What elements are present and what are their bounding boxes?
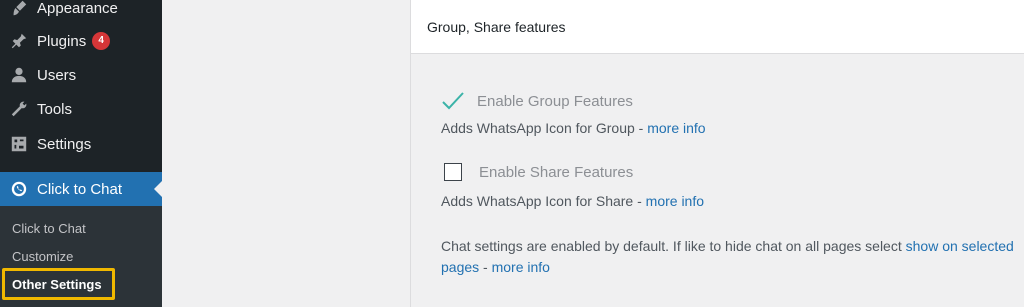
note-text: Chat settings are enabled by default. If…	[441, 238, 906, 254]
sidebar-item-label: Users	[37, 66, 77, 84]
wrench-icon	[9, 99, 29, 119]
panel-title: Group, Share features	[411, 0, 1024, 54]
more-info-link[interactable]: more info	[492, 259, 550, 275]
share-features-label: Enable Share Features	[479, 163, 634, 181]
settings-panel: Group, Share features Enable Group Featu…	[410, 0, 1024, 307]
paintbrush-icon	[9, 0, 29, 18]
sidebar-item-label: Tools	[37, 100, 73, 118]
group-features-description: Adds WhatsApp Icon for Group - more info	[441, 120, 706, 136]
submenu-item-click-to-chat[interactable]: Click to Chat	[12, 221, 86, 236]
share-features-checkbox[interactable]	[444, 163, 462, 181]
sidebar-item-users[interactable]: Users	[0, 58, 162, 92]
show-on-selected-link[interactable]: show on selected	[906, 238, 1014, 254]
group-features-label: Enable Group Features	[477, 92, 633, 110]
submenu-item-customize[interactable]: Customize	[12, 249, 73, 264]
sidebar-item-label: Plugins	[37, 32, 87, 50]
whatsapp-icon	[9, 179, 29, 199]
active-indicator-arrow	[154, 181, 162, 197]
group-features-option[interactable]: Enable Group Features	[441, 90, 633, 112]
separator-text: -	[479, 259, 492, 275]
sidebar-item-click-to-chat[interactable]: Click to Chat	[0, 172, 162, 206]
checkmark-icon[interactable]	[441, 90, 465, 112]
admin-sidebar: Appearance Plugins 4 Users Tools Setting…	[0, 0, 162, 307]
pages-link[interactable]: pages	[441, 259, 479, 275]
update-count-badge: 4	[92, 32, 111, 50]
user-icon	[9, 65, 29, 85]
sidebar-item-settings[interactable]: Settings	[0, 127, 162, 161]
sidebar-item-label: Appearance	[37, 0, 118, 17]
description-text: Adds WhatsApp Icon for Share -	[441, 193, 646, 209]
sidebar-item-appearance[interactable]: Appearance	[0, 0, 162, 25]
chat-settings-note: Chat settings are enabled by default. If…	[441, 236, 1021, 278]
description-text: Adds WhatsApp Icon for Group -	[441, 120, 648, 136]
highlight-box	[2, 268, 115, 300]
sidebar-item-label: Settings	[37, 135, 92, 153]
plugin-icon	[9, 31, 29, 51]
more-info-link[interactable]: more info	[647, 120, 705, 136]
sidebar-item-label: Click to Chat	[37, 180, 123, 198]
share-features-description: Adds WhatsApp Icon for Share - more info	[441, 193, 704, 209]
settings-icon	[9, 134, 29, 154]
sidebar-item-plugins[interactable]: Plugins 4	[0, 24, 162, 58]
share-features-option[interactable]: Enable Share Features	[441, 163, 633, 181]
sidebar-item-tools[interactable]: Tools	[0, 92, 162, 126]
more-info-link[interactable]: more info	[646, 193, 704, 209]
